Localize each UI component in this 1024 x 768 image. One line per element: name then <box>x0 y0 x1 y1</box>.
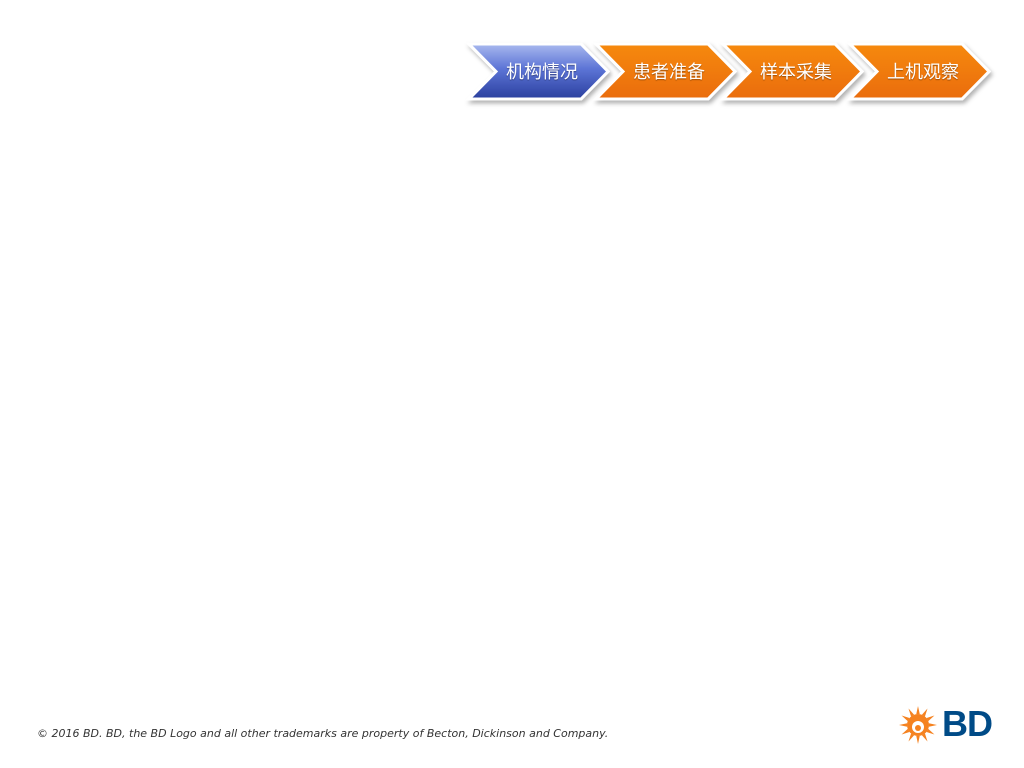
bd-sunburst-icon <box>899 706 937 744</box>
chevron-step-patient-prep[interactable] <box>592 42 738 101</box>
bd-logo-text: BD <box>942 703 993 744</box>
copyright-footer: © 2016 BD. BD, the BD Logo and all other… <box>37 727 609 740</box>
chevron-step-machine-observation[interactable] <box>846 42 992 101</box>
chevron-step-sample-collection[interactable] <box>719 42 865 101</box>
chevron-step-institution[interactable] <box>465 42 611 101</box>
chevron-shapes <box>465 42 992 101</box>
process-chevron-nav: 机构情况 患者准备 样本采集 上机观察 <box>0 0 1024 120</box>
bd-logo: BD <box>898 703 998 745</box>
